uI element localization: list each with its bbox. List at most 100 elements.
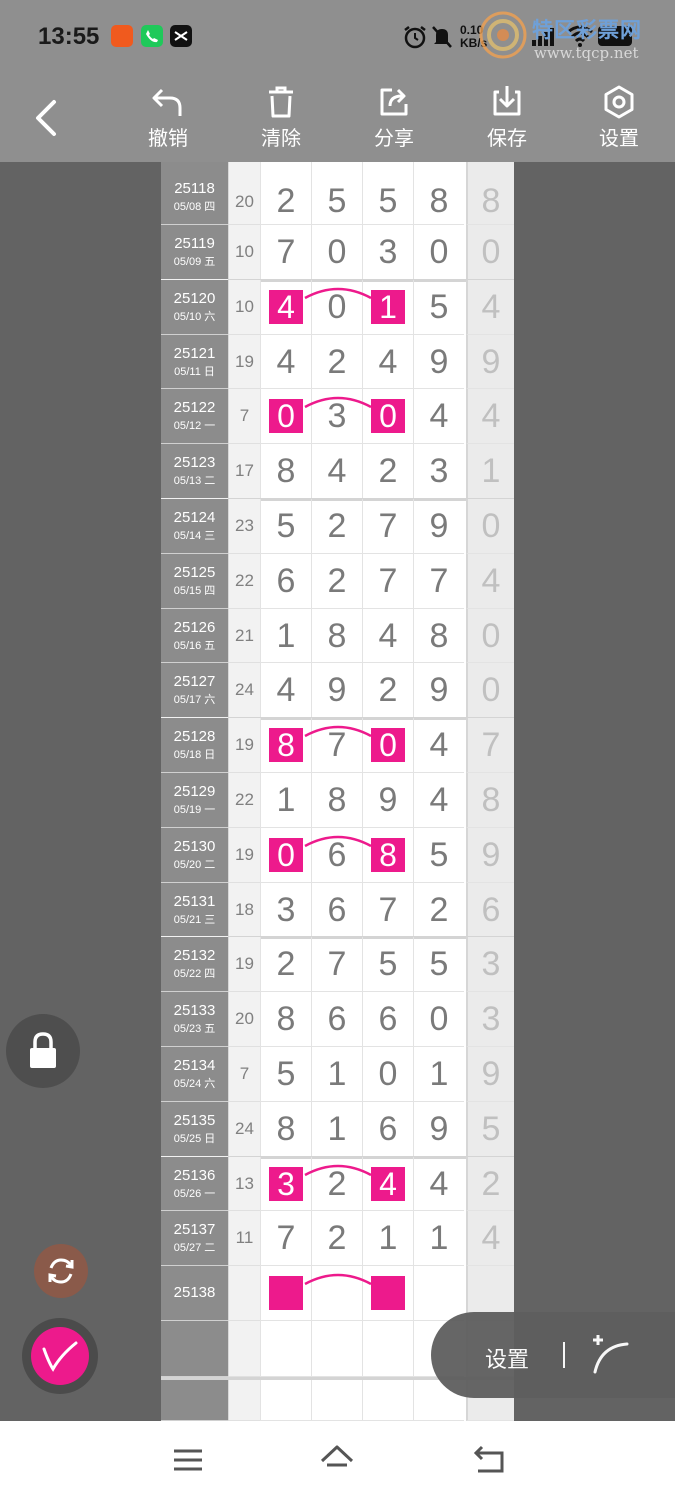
digit-cell[interactable]: 2 — [311, 499, 362, 554]
rotate-button[interactable] — [34, 1244, 88, 1298]
digit-cell[interactable]: 4 — [362, 334, 413, 390]
digit-cell[interactable]: 1 — [311, 1101, 362, 1157]
digit-cell[interactable]: 1 — [260, 608, 311, 664]
table-row[interactable]: 25119 05/09 五 10 7 0 3 0 0 — [161, 225, 514, 280]
digit-cell[interactable]: 2 — [413, 882, 464, 938]
digit-cell[interactable] — [413, 1266, 464, 1321]
digit-cell[interactable]: 0 — [260, 389, 311, 445]
digit-cell[interactable]: 5 — [413, 827, 464, 883]
digit-cell[interactable]: 3 — [260, 1156, 311, 1212]
digit-cell[interactable]: 9 — [311, 663, 362, 719]
digit-cell[interactable]: 9 — [413, 663, 464, 719]
digit-cell[interactable]: 7 — [311, 937, 362, 993]
digit-cell[interactable]: 8 — [260, 992, 311, 1047]
digit-cell[interactable]: 5 — [311, 162, 362, 225]
digit-cell[interactable]: 4 — [413, 718, 464, 773]
lottery-trend-grid[interactable]: 25118 05/08 四 20 2 5 5 8 8 25119 05/09 五 10 7 0 3 0 0 25… — [161, 162, 514, 1421]
save-button[interactable]: 保存 — [467, 76, 547, 162]
digit-cell[interactable]: 8 — [260, 1101, 311, 1157]
digit-cell[interactable]: 5 — [362, 162, 413, 225]
digit-cell[interactable]: 9 — [362, 773, 413, 828]
pill-settings-label[interactable]: 设置 — [485, 1342, 529, 1374]
digit-cell[interactable]: 3 — [311, 389, 362, 445]
draw-line-icon[interactable] — [587, 1332, 633, 1378]
table-row[interactable]: 25118 05/08 四 20 2 5 5 8 8 — [161, 162, 514, 225]
table-row[interactable]: 25131 05/21 三 18 3 6 7 2 6 — [161, 882, 514, 938]
digit-cell[interactable]: 6 — [362, 992, 413, 1047]
digit-cell[interactable]: 8 — [311, 608, 362, 664]
digit-cell[interactable]: 5 — [260, 499, 311, 554]
share-button[interactable]: 分享 — [354, 76, 434, 162]
floating-settings-pill[interactable]: 设置 — [431, 1312, 675, 1398]
digit-cell[interactable]: 7 — [362, 882, 413, 938]
table-row[interactable]: 25122 05/12 一703044 — [161, 389, 514, 445]
digit-cell[interactable]: 9 — [413, 334, 464, 390]
table-row[interactable]: 25133 05/23 五 20 8 6 6 0 3 — [161, 992, 514, 1047]
digit-cell[interactable]: 5 — [362, 937, 413, 993]
digit-cell[interactable]: 7 — [362, 553, 413, 609]
home-icon[interactable] — [319, 1443, 355, 1477]
table-row[interactable]: 25136 05/26 一 13 3 2 4 4 2 — [161, 1156, 514, 1212]
digit-cell[interactable]: 1 — [311, 1047, 362, 1102]
digit-cell[interactable]: 8 — [311, 773, 362, 828]
digit-cell[interactable]: 7 — [413, 553, 464, 609]
digit-cell[interactable]: 8 — [413, 162, 464, 225]
table-row[interactable]: 25130 05/20 二 19 0 6 8 5 9 — [161, 827, 514, 883]
digit-cell[interactable]: 8 — [413, 608, 464, 664]
digit-cell[interactable]: 7 — [260, 1211, 311, 1267]
digit-cell[interactable]: 0 — [413, 225, 464, 280]
settings-button[interactable]: 设置 — [579, 76, 659, 162]
digit-cell[interactable]: 6 — [311, 827, 362, 883]
table-row[interactable]: 25126 05/16 五 21 1 8 4 8 0 — [161, 608, 514, 664]
digit-cell[interactable]: 1 — [362, 1211, 413, 1267]
digit-cell[interactable]: 8 — [260, 718, 311, 773]
digit-cell[interactable]: 5 — [413, 279, 464, 335]
digit-cell[interactable]: 0 — [413, 992, 464, 1047]
digit-cell[interactable]: 4 — [413, 1156, 464, 1212]
digit-cell[interactable]: 7 — [362, 499, 413, 554]
table-row[interactable]: 25135 05/25 日 24 8 1 6 9 5 — [161, 1101, 514, 1157]
digit-cell[interactable] — [362, 1266, 413, 1321]
digit-cell[interactable]: 1 — [362, 279, 413, 335]
digit-cell[interactable]: 8 — [362, 827, 413, 883]
digit-cell[interactable]: 3 — [413, 444, 464, 499]
digit-cell[interactable]: 0 — [362, 718, 413, 773]
table-row[interactable]: 25134 05/24 六751019 — [161, 1047, 514, 1102]
digit-cell[interactable]: 4 — [260, 279, 311, 335]
table-row[interactable]: 25120 05/10 六 10 4 0 1 5 4 — [161, 279, 514, 335]
digit-cell[interactable]: 0 — [362, 389, 413, 445]
digit-cell[interactable]: 6 — [260, 553, 311, 609]
digit-cell[interactable]: 7 — [311, 718, 362, 773]
digit-cell[interactable]: 2 — [311, 1156, 362, 1212]
table-row[interactable]: 25121 05/11 日 19 4 2 4 9 9 — [161, 334, 514, 390]
digit-cell[interactable]: 2 — [311, 1211, 362, 1267]
digit-cell[interactable]: 4 — [413, 773, 464, 828]
digit-cell[interactable]: 2 — [362, 444, 413, 499]
digit-cell[interactable]: 4 — [362, 1156, 413, 1212]
lock-button[interactable] — [6, 1014, 80, 1088]
table-row[interactable]: 25127 05/17 六 24 4 9 2 9 0 — [161, 663, 514, 719]
digit-cell[interactable]: 4 — [260, 663, 311, 719]
pen-button[interactable] — [22, 1318, 98, 1394]
digit-cell[interactable]: 4 — [311, 444, 362, 499]
digit-cell[interactable]: 8 — [260, 444, 311, 499]
digit-cell[interactable]: 7 — [260, 225, 311, 280]
digit-cell[interactable]: 6 — [362, 1101, 413, 1157]
table-row[interactable]: 25137 05/27 二 11 7 2 1 1 4 — [161, 1211, 514, 1267]
menu-icon[interactable] — [172, 1443, 204, 1477]
digit-cell[interactable]: 4 — [413, 389, 464, 445]
digit-cell[interactable]: 5 — [413, 937, 464, 993]
digit-cell[interactable] — [260, 1266, 311, 1321]
table-row[interactable]: 25124 05/14 三 23 5 2 7 9 0 — [161, 499, 514, 554]
digit-cell[interactable]: 3 — [362, 225, 413, 280]
digit-cell[interactable]: 1 — [413, 1047, 464, 1102]
digit-cell[interactable]: 2 — [362, 663, 413, 719]
digit-cell[interactable]: 1 — [260, 773, 311, 828]
digit-cell[interactable]: 9 — [413, 499, 464, 554]
digit-cell[interactable]: 2 — [311, 334, 362, 390]
clear-button[interactable]: 清除 — [241, 76, 321, 162]
digit-cell[interactable]: 5 — [260, 1047, 311, 1102]
digit-cell[interactable]: 2 — [260, 937, 311, 993]
undo-button[interactable]: 撤销 — [128, 76, 208, 162]
table-row[interactable]: 25132 05/22 四 19 2 7 5 5 3 — [161, 937, 514, 993]
